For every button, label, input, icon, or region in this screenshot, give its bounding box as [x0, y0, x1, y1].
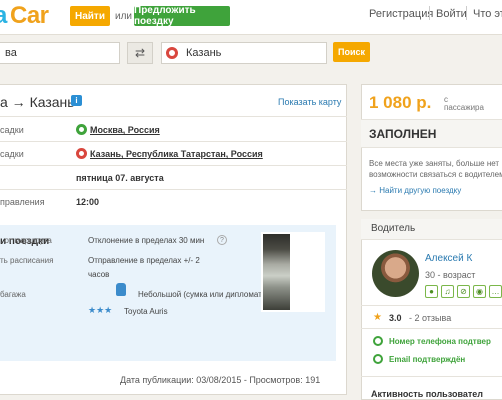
- smoking-icon: ⊘: [457, 285, 470, 298]
- departure-label: правления: [0, 197, 45, 207]
- destination-marker-icon: [166, 47, 178, 59]
- luggage-icon: [116, 283, 126, 296]
- pickup-marker-icon: [76, 124, 87, 135]
- car-photo[interactable]: [263, 234, 290, 310]
- preferences-more-icon: …: [489, 285, 502, 298]
- swap-icon[interactable]: ⇄: [127, 42, 153, 64]
- avatar[interactable]: [372, 250, 419, 297]
- pickup-value[interactable]: Москва, Россия: [90, 125, 160, 135]
- find-ride-button[interactable]: Найти: [70, 6, 110, 26]
- find-other-ride-link[interactable]: → Найти другую поездку: [369, 186, 461, 195]
- show-map-link[interactable]: Показать карту: [278, 97, 341, 107]
- route-info-icon: i: [71, 95, 82, 106]
- register-link[interactable]: Регистрация: [369, 8, 433, 20]
- price-amount: 1 080 р.: [369, 93, 432, 112]
- dropoff-marker-icon: [76, 148, 87, 159]
- activity-title: Активность пользовател: [371, 389, 483, 399]
- divider: [0, 165, 347, 166]
- driver-age: 30 - возраст: [425, 270, 476, 280]
- schedule-value: Отправление в пределах +/- 2: [88, 256, 200, 265]
- luggage-value: Небольшой (сумка или дипломат): [138, 290, 265, 299]
- to-input[interactable]: Казань: [161, 42, 327, 64]
- or-text: или: [115, 11, 133, 22]
- divider: [361, 305, 502, 306]
- route-title: а → Казань: [0, 94, 75, 110]
- driver-name[interactable]: Алексей К: [425, 253, 472, 264]
- pets-icon: ◉: [473, 285, 486, 298]
- what-is-this-link[interactable]: Что это: [473, 8, 502, 20]
- date-value: пятница 07. августа: [76, 173, 164, 183]
- pickup-label: садки: [0, 125, 24, 135]
- rating-star-icon: ★: [373, 312, 382, 323]
- divider: [0, 116, 347, 117]
- status-full: ЗАПОЛНЕН: [369, 127, 437, 141]
- rating-value: 3.0: [389, 313, 402, 323]
- help-icon[interactable]: ?: [217, 235, 227, 245]
- luggage-label: багажа: [0, 290, 26, 299]
- divider: [361, 328, 502, 329]
- per-seat-label: с пассажира: [444, 96, 484, 112]
- check-icon: [373, 336, 383, 346]
- reviews-count[interactable]: - 2 отзыва: [409, 313, 451, 323]
- divider: [0, 189, 347, 190]
- offer-ride-button[interactable]: Предложить поездку: [134, 5, 230, 27]
- detour-label: . от маршрута: [0, 236, 52, 245]
- logo-part-a[interactable]: a: [0, 2, 7, 30]
- comfort-stars-icon: ★★★: [88, 305, 113, 315]
- dropoff-label: садки: [0, 149, 24, 159]
- search-button[interactable]: Поиск: [333, 42, 370, 62]
- detour-value: Отклонение в пределах 30 мин: [88, 236, 205, 245]
- dropoff-value[interactable]: Казань, Республика Татарстан, Россия: [90, 149, 263, 159]
- check-icon: [373, 354, 383, 364]
- logo-part-car[interactable]: Car: [10, 2, 49, 30]
- per-seat-line2: пассажира: [444, 103, 484, 112]
- divider: [0, 141, 347, 142]
- login-link[interactable]: Войти: [436, 8, 467, 20]
- status-description: Все места уже заняты, больше нет возможн…: [369, 159, 502, 179]
- car-model: Toyota Auris: [124, 307, 168, 316]
- from-input[interactable]: ва: [0, 42, 120, 64]
- phone-verified: Номер телефона подтвер: [389, 337, 491, 346]
- publication-info: Дата публикации: 03/08/2015 - Просмотров…: [120, 375, 321, 385]
- music-icon: ♫: [441, 285, 454, 298]
- chattiness-icon: ●: [425, 285, 438, 298]
- departure-value: 12:00: [76, 197, 100, 207]
- nav-divider: [466, 6, 467, 20]
- schedule-value-cont: часов: [88, 270, 110, 279]
- email-verified: Email подтверждён: [389, 355, 466, 364]
- divider: [361, 376, 502, 377]
- driver-title: Водитель: [371, 223, 416, 234]
- schedule-label: ть расписания: [0, 256, 54, 265]
- nav-divider: [429, 6, 430, 20]
- driver-box: [361, 219, 502, 400]
